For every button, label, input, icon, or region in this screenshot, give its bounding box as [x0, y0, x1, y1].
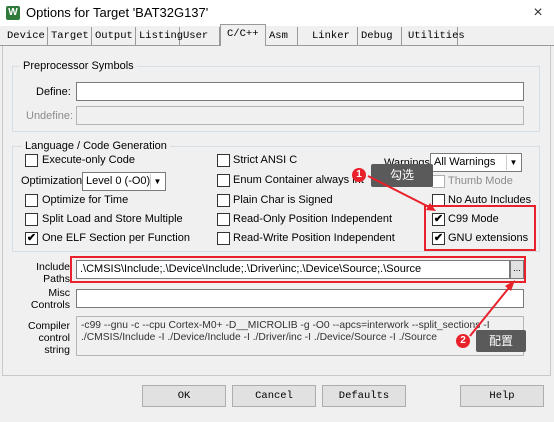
help-button[interactable]: Help	[460, 385, 544, 407]
defaults-button[interactable]: Defaults	[322, 385, 406, 407]
ok-button[interactable]: OK	[142, 385, 226, 407]
arrow-line-1	[367, 175, 434, 210]
annotation-arrows	[367, 175, 515, 337]
cancel-button[interactable]: Cancel	[232, 385, 316, 407]
arrow-line-2	[469, 283, 513, 337]
